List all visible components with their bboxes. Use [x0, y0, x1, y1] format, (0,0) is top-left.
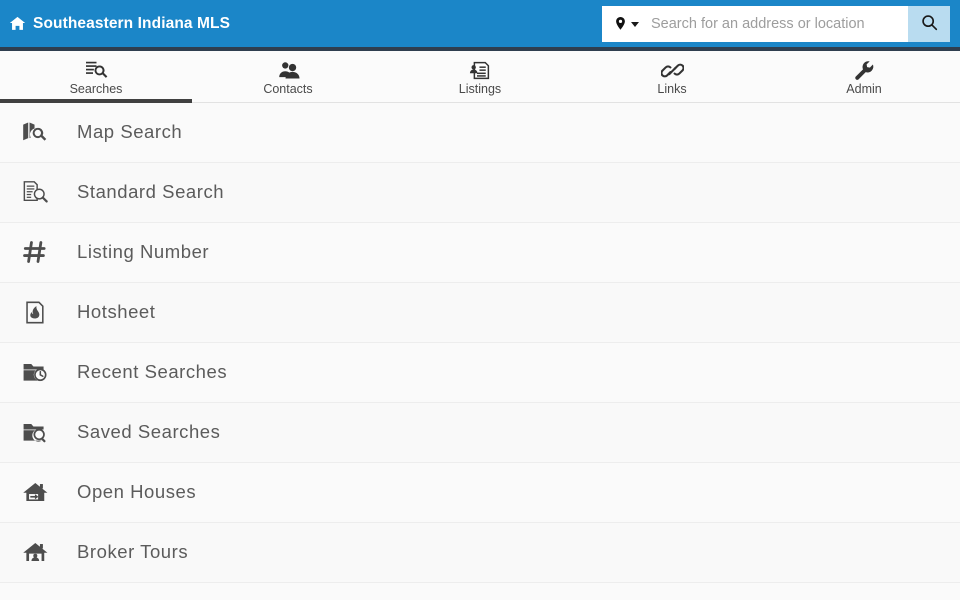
menu-item-saved-searches[interactable]: Saved Searches — [0, 403, 960, 463]
document-search-icon — [20, 180, 50, 205]
menu-item-label: Recent Searches — [77, 361, 228, 383]
menu-item-label: Broker Tours — [77, 541, 189, 563]
brand-title: Southeastern Indiana MLS — [33, 14, 231, 32]
menu-item-label: Hotsheet — [77, 301, 156, 323]
tab-links[interactable]: Links — [576, 51, 768, 102]
menu-item-label: Map Search — [77, 121, 183, 143]
searches-menu-list: Map Search Standard Search Listing Numbe… — [0, 103, 960, 583]
tab-label: Searches — [69, 81, 123, 96]
hash-number-icon — [20, 240, 50, 265]
tab-listings[interactable]: Listings — [384, 51, 576, 102]
house-arrow-icon — [20, 480, 50, 505]
app-header: Southeastern Indiana MLS — [0, 0, 960, 47]
map-search-icon — [20, 120, 50, 145]
global-search — [602, 5, 950, 42]
search-icon — [920, 13, 939, 35]
menu-item-label: Saved Searches — [77, 421, 221, 443]
menu-item-open-houses[interactable]: Open Houses — [0, 463, 960, 523]
location-scope-selector[interactable] — [602, 6, 647, 42]
menu-item-recent-searches[interactable]: Recent Searches — [0, 343, 960, 403]
tab-searches[interactable]: Searches — [0, 51, 192, 103]
tab-label: Admin — [846, 81, 882, 96]
menu-item-label: Standard Search — [77, 181, 225, 203]
listing-document-person-icon — [469, 60, 492, 82]
main-tabbar: Searches Contacts Listings Links Admin — [0, 51, 960, 103]
tab-contacts[interactable]: Contacts — [192, 51, 384, 102]
menu-item-hotsheet[interactable]: Hotsheet — [0, 283, 960, 343]
tab-label: Listings — [458, 81, 502, 96]
menu-item-label: Open Houses — [77, 481, 197, 503]
home-icon — [9, 15, 26, 32]
menu-item-standard-search[interactable]: Standard Search — [0, 163, 960, 223]
chain-link-icon — [660, 60, 684, 82]
search-button[interactable] — [908, 5, 950, 42]
menu-item-map-search[interactable]: Map Search — [0, 103, 960, 163]
folder-clock-icon — [20, 360, 50, 385]
house-person-icon — [20, 540, 50, 565]
flame-document-icon — [20, 300, 50, 325]
contacts-people-icon — [277, 60, 300, 82]
document-search-icon — [85, 60, 108, 82]
tab-admin[interactable]: Admin — [768, 51, 960, 102]
chevron-down-icon — [631, 21, 639, 27]
tab-label: Contacts — [263, 81, 313, 96]
menu-item-broker-tours[interactable]: Broker Tours — [0, 523, 960, 583]
menu-item-listing-number[interactable]: Listing Number — [0, 223, 960, 283]
brand[interactable]: Southeastern Indiana MLS — [9, 15, 230, 32]
search-input[interactable] — [647, 5, 908, 42]
wrench-icon — [853, 60, 876, 82]
location-pin-icon — [613, 14, 628, 33]
tab-label: Links — [657, 81, 687, 96]
folder-search-icon — [20, 420, 50, 445]
menu-item-label: Listing Number — [77, 241, 210, 263]
